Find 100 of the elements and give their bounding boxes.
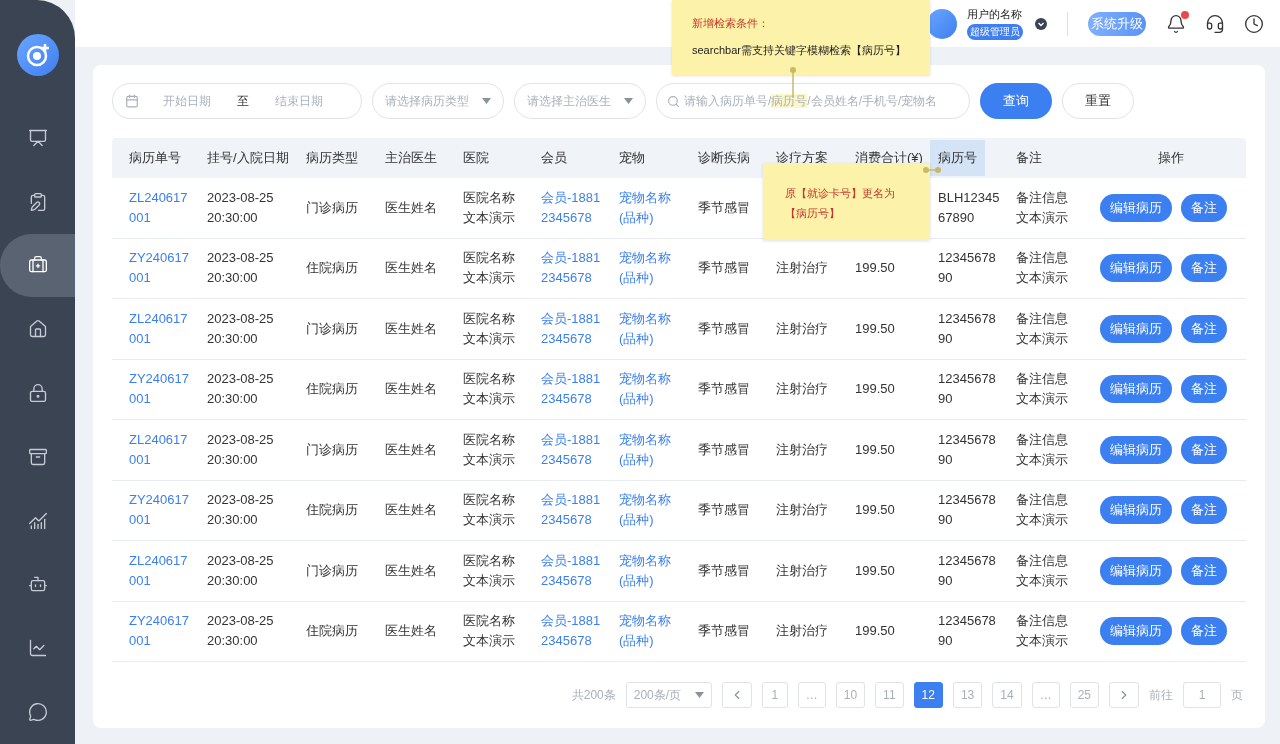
page-button[interactable]: 12 xyxy=(913,682,943,708)
total-count: 共200条 xyxy=(571,686,616,704)
table-link[interactable]: 会员-18812345678 xyxy=(541,308,603,349)
table-link[interactable]: 宠物名称(品种) xyxy=(619,490,682,531)
table-link[interactable]: ZL240617001 xyxy=(129,187,191,228)
edit-record-button[interactable]: 编辑病历 xyxy=(1100,617,1172,646)
table-cell-text: 注射治疗 xyxy=(776,440,828,459)
remark-button[interactable]: 备注 xyxy=(1181,496,1227,525)
next-page-button[interactable] xyxy=(1109,682,1139,708)
page-button[interactable]: 10 xyxy=(835,682,866,708)
page-input[interactable]: 1 xyxy=(1183,682,1221,708)
page-button[interactable]: 1 xyxy=(761,682,788,708)
page-button[interactable]: … xyxy=(797,682,826,708)
table-cell-text: 备注信息文本演示 xyxy=(1016,370,1069,409)
table-cell-text: 2023-08-25 20:30:00 xyxy=(207,430,275,469)
table-link[interactable]: ZL240617001 xyxy=(129,550,191,591)
column-header: 会员 xyxy=(541,149,567,167)
edit-record-button[interactable]: 编辑病历 xyxy=(1100,556,1172,585)
column-header: 宠物 xyxy=(619,149,645,167)
table-cell-text: 季节感冒 xyxy=(698,561,750,580)
edit-record-button[interactable]: 编辑病历 xyxy=(1100,314,1172,343)
remark-button[interactable]: 备注 xyxy=(1181,556,1227,585)
column-header: 诊疗方案 xyxy=(776,149,828,167)
history-button[interactable] xyxy=(1244,13,1264,34)
table-cell-text: 备注信息文本演示 xyxy=(1016,249,1069,288)
bar-chart-icon xyxy=(27,510,48,531)
table-cell-text: 医院名称文本演示 xyxy=(463,491,516,530)
table-link[interactable]: 宠物名称(品种) xyxy=(619,550,682,591)
table-link[interactable]: 会员-18812345678 xyxy=(541,490,603,531)
table-link[interactable]: 会员-18812345678 xyxy=(541,248,603,289)
table-cell-text: 199.50 xyxy=(855,380,895,399)
query-button[interactable]: 查询 xyxy=(980,83,1052,119)
column-header: 操作 xyxy=(1157,149,1184,167)
table-cell-text: 门诊病历 xyxy=(306,198,358,217)
table-cell-text: 医生姓名 xyxy=(385,259,437,278)
chat-icon xyxy=(27,702,48,723)
clock-icon xyxy=(1244,13,1264,34)
table-link[interactable]: 会员-18812345678 xyxy=(541,369,603,410)
table-cell-text: 医院名称文本演示 xyxy=(463,370,516,409)
table-link[interactable]: 宠物名称(品种) xyxy=(619,308,682,349)
notification-button[interactable] xyxy=(1166,13,1186,34)
table-cell-text: 季节感冒 xyxy=(698,622,750,641)
sidebar-item[interactable] xyxy=(0,233,75,298)
app-logo xyxy=(17,34,59,76)
page-button[interactable]: 13 xyxy=(952,682,983,708)
reset-button[interactable]: 重置 xyxy=(1062,83,1134,119)
edit-record-button[interactable]: 编辑病历 xyxy=(1100,254,1172,283)
remark-button[interactable]: 备注 xyxy=(1181,193,1227,222)
page-button[interactable]: … xyxy=(1031,682,1060,708)
edit-record-button[interactable]: 编辑病历 xyxy=(1100,375,1172,404)
table-link[interactable]: 宠物名称(品种) xyxy=(619,611,682,652)
remark-button[interactable]: 备注 xyxy=(1181,375,1227,404)
table-cell-text: 季节感冒 xyxy=(698,501,750,520)
table-cell-text: 2023-08-25 20:30:00 xyxy=(207,551,275,590)
table-link[interactable]: 会员-18812345678 xyxy=(541,187,603,228)
table-cell-text: 备注信息文本演示 xyxy=(1016,551,1069,590)
page-button[interactable]: 25 xyxy=(1069,682,1099,708)
table-link[interactable]: ZY240617001 xyxy=(129,248,191,289)
table-link[interactable]: ZY240617001 xyxy=(129,490,191,531)
note-text: 原【就诊卡号】更名为【病历号】 xyxy=(785,186,896,221)
table-cell-text: 医院名称文本演示 xyxy=(463,612,516,651)
table-link[interactable]: 宠物名称(品种) xyxy=(619,369,682,410)
remark-button[interactable]: 备注 xyxy=(1181,254,1227,283)
table-link[interactable]: 会员-18812345678 xyxy=(541,550,603,591)
table-cell-text: 1234567890 xyxy=(938,491,997,530)
table-cell-text: 2023-08-25 20:30:00 xyxy=(207,249,275,288)
column-header: 诊断疾病 xyxy=(698,149,750,167)
column-header: 备注 xyxy=(1016,149,1042,167)
edit-record-button[interactable]: 编辑病历 xyxy=(1100,193,1172,222)
edit-record-button[interactable]: 编辑病历 xyxy=(1100,496,1172,525)
page-button[interactable]: 14 xyxy=(992,682,1022,708)
page-button[interactable]: 11 xyxy=(875,682,904,708)
table-link[interactable]: ZL240617001 xyxy=(129,308,191,349)
edit-record-button[interactable]: 编辑病历 xyxy=(1100,435,1172,464)
table-link[interactable]: ZY240617001 xyxy=(129,369,191,410)
support-button[interactable] xyxy=(1205,13,1225,34)
page-suffix: 页 xyxy=(1231,686,1243,704)
upgrade-button[interactable]: 系统升级 xyxy=(1088,11,1146,36)
table-cell-text: 医生姓名 xyxy=(385,380,437,399)
table-link[interactable]: 会员-18812345678 xyxy=(541,429,603,470)
previous-page-button[interactable] xyxy=(721,682,752,708)
table-cell-text: 住院病历 xyxy=(306,259,358,278)
table-link[interactable]: ZL240617001 xyxy=(129,429,191,470)
table-link[interactable]: 宠物名称(品种) xyxy=(619,429,682,470)
table-link[interactable]: 宠物名称(品种) xyxy=(619,248,682,289)
table-cell-text: 医院名称文本演示 xyxy=(463,188,516,227)
remark-button[interactable]: 备注 xyxy=(1181,435,1227,464)
table-cell-text: 季节感冒 xyxy=(698,259,750,278)
table-cell-text: 199.50 xyxy=(855,561,895,580)
table-cell-text: 住院病历 xyxy=(306,622,358,641)
table-link[interactable]: ZY240617001 xyxy=(129,611,191,652)
column-header: 主治医生 xyxy=(385,149,437,167)
remark-button[interactable]: 备注 xyxy=(1181,314,1227,343)
table-cell-text: 1234567890 xyxy=(938,370,997,409)
page-size-select[interactable]: 200条/页 xyxy=(625,682,712,708)
table-cell-text: 1234567890 xyxy=(938,309,997,348)
remark-button[interactable]: 备注 xyxy=(1181,617,1227,646)
table-link[interactable]: 宠物名称(品种) xyxy=(619,187,682,228)
dropdown-icon[interactable] xyxy=(1035,17,1047,30)
table-link[interactable]: 会员-18812345678 xyxy=(541,611,603,652)
